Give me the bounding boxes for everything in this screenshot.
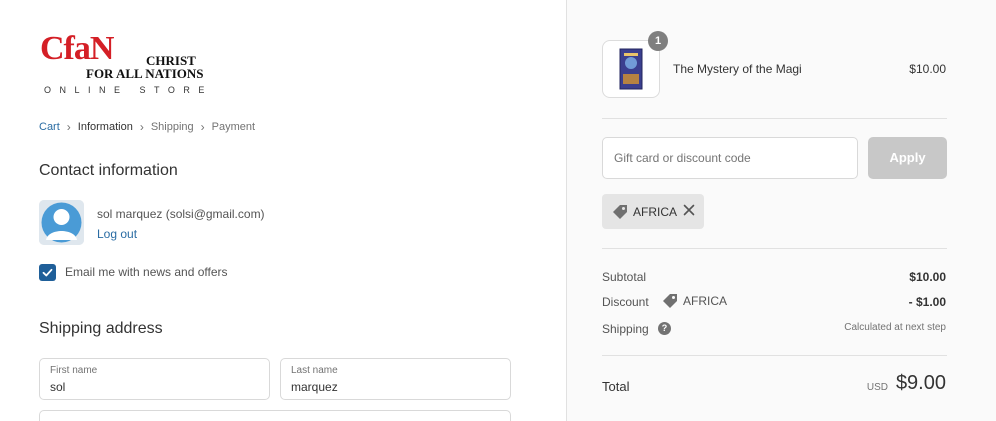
help-icon[interactable]: ? bbox=[658, 322, 671, 335]
discount-value: - $1.00 bbox=[908, 295, 946, 309]
breadcrumb-shipping: Shipping bbox=[150, 121, 194, 133]
product-name: The Mystery of the Magi bbox=[673, 62, 802, 76]
subtotal-value: $10.00 bbox=[909, 270, 946, 284]
last-name-field[interactable]: Last name marquez bbox=[280, 358, 511, 400]
user-avatar-icon bbox=[39, 200, 84, 245]
shipping-value: Calculated at next step bbox=[844, 322, 946, 333]
chevron-right-icon: › bbox=[200, 120, 205, 134]
divider bbox=[602, 118, 947, 119]
newsletter-checkbox[interactable] bbox=[39, 264, 56, 281]
discount-code-text: AFRICA bbox=[683, 294, 728, 308]
first-name-label: First name bbox=[50, 365, 98, 376]
last-name-value: marquez bbox=[291, 380, 338, 394]
breadcrumb-information: Information bbox=[77, 121, 133, 133]
last-name-label: Last name bbox=[291, 365, 338, 376]
logout-link[interactable]: Log out bbox=[97, 227, 137, 241]
tag-icon bbox=[613, 204, 627, 219]
discount-code-input[interactable] bbox=[602, 137, 858, 179]
total-value: $9.00 bbox=[895, 372, 946, 394]
logo-line-2: FOR ALL NATIONS bbox=[86, 66, 204, 81]
quantity-badge: 1 bbox=[648, 31, 668, 51]
store-logo[interactable]: CfaN CHRIST FOR ALL NATIONS ONLINE STORE bbox=[40, 32, 220, 98]
breadcrumb-cart[interactable]: Cart bbox=[39, 121, 60, 133]
user-identity: sol marquez (solsi@gmail.com) bbox=[97, 207, 265, 221]
divider bbox=[602, 248, 947, 249]
breadcrumb-payment: Payment bbox=[211, 121, 256, 133]
applied-discount-chip: AFRICA bbox=[602, 194, 704, 229]
avatar bbox=[39, 200, 84, 245]
book-cover-icon bbox=[619, 48, 643, 90]
first-name-field[interactable]: First name sol bbox=[39, 358, 270, 400]
chevron-right-icon: › bbox=[66, 120, 71, 134]
checkout-main: CfaN CHRIST FOR ALL NATIONS ONLINE STORE… bbox=[0, 0, 566, 421]
contact-heading: Contact information bbox=[39, 162, 178, 179]
subtotal-label: Subtotal bbox=[602, 270, 647, 284]
shipping-label: Shipping bbox=[602, 322, 649, 336]
apply-button[interactable]: Apply bbox=[868, 137, 947, 179]
order-summary: 1 The Mystery of the Magi $10.00 Apply A… bbox=[566, 0, 996, 421]
chevron-right-icon: › bbox=[139, 120, 144, 134]
remove-discount-icon[interactable] bbox=[682, 203, 696, 217]
breadcrumb: Cart › Information › Shipping › Payment bbox=[39, 120, 255, 134]
divider bbox=[602, 355, 947, 356]
newsletter-label: Email me with news and offers bbox=[65, 265, 228, 279]
checkmark-icon bbox=[42, 268, 53, 277]
tag-icon bbox=[663, 294, 677, 308]
shipping-heading: Shipping address bbox=[39, 320, 163, 337]
address-field[interactable] bbox=[39, 410, 511, 421]
applied-discount-code: AFRICA bbox=[633, 204, 678, 219]
first-name-value: sol bbox=[50, 380, 66, 394]
discount-code-tag: AFRICA bbox=[662, 293, 727, 309]
discount-label: Discount bbox=[602, 295, 649, 309]
product-price: $10.00 bbox=[909, 62, 946, 76]
total-label: Total bbox=[602, 379, 630, 394]
currency-code: USD bbox=[866, 382, 888, 393]
logo-mark: CfaN bbox=[40, 30, 114, 67]
logo-store-text: ONLINE STORE bbox=[44, 85, 213, 95]
